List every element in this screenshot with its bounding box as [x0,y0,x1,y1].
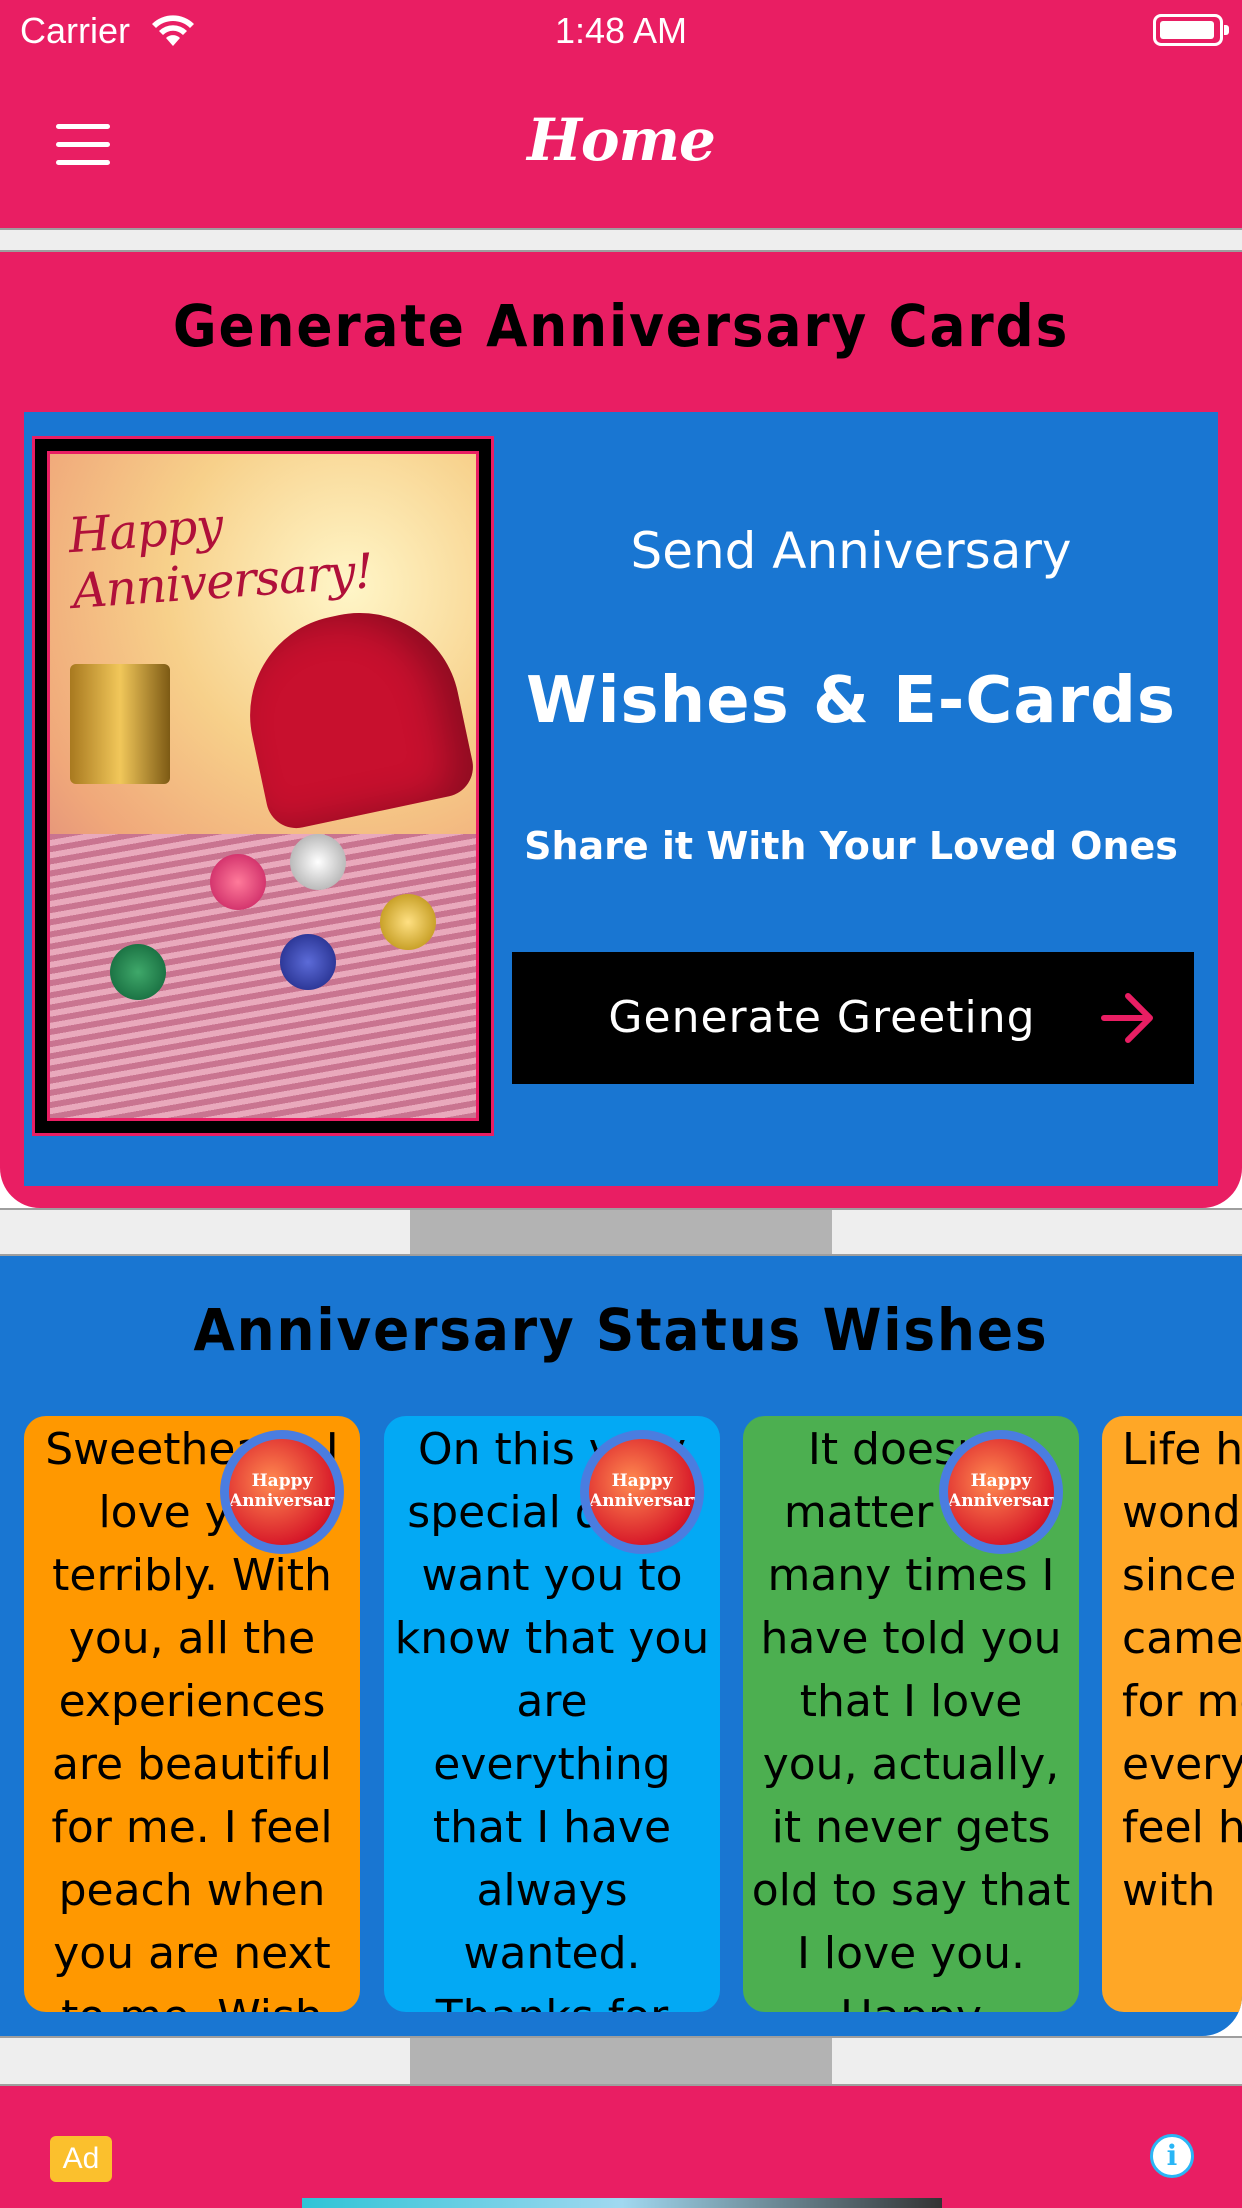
wish-card[interactable]: Sweetheart, I love you terribly. With yo… [24,1416,360,2012]
anniversary-avatar-icon: Happy Anniversary [580,1430,704,1554]
ad-image[interactable] [302,2198,942,2208]
wish-card[interactable]: On this very special day, I want you to … [384,1416,720,2012]
navigation-bar: Carrier 1:48 AM Home [0,0,1242,228]
info-icon[interactable]: i [1150,2134,1194,2178]
avatar-text: Happy Anniversary [948,1471,1054,1511]
avatar-text: Happy Anniversary [589,1471,695,1511]
arrow-right-icon [1101,993,1153,1043]
ad-banner[interactable]: Ad i [0,2086,1242,2208]
send-line-2: Wishes & E-Cards [526,664,1176,738]
ad-badge: Ad [50,2136,112,2182]
status-wishes-section: Anniversary Status Wishes Sweetheart, I … [0,1256,1242,2036]
wish-text: Life has been wonderful since you came t… [1122,1424,1242,1916]
wish-card[interactable]: It doesn't matter how many times I have … [743,1416,1079,2012]
send-line-1: Send Anniversary [630,522,1072,580]
divider [0,228,1242,252]
anniversary-card-image[interactable]: Happy Anniversary! [32,436,494,1136]
send-line-3: Share it With Your Loved Ones [524,824,1178,868]
generate-cards-section: Generate Anniversary Cards Happy Anniver… [0,252,1242,1208]
generate-greeting-label: Generate Greeting [608,992,1036,1043]
battery-icon [1153,14,1229,46]
generate-greeting-button[interactable]: Generate Greeting [512,952,1194,1084]
divider-handle [410,2038,832,2084]
promo-panel: Happy Anniversary! Send Anniversary Wish… [24,412,1218,1186]
wish-card[interactable]: Life has been wonderful since you came t… [1102,1416,1242,2012]
section-title: Generate Anniversary Cards [172,292,1070,360]
anniversary-avatar-icon: Happy Anniversary [220,1430,344,1554]
page-title: Home [527,106,716,174]
status-time: 1:48 AM [554,10,688,51]
anniversary-avatar-icon: Happy Anniversary [939,1430,1063,1554]
card-image-caption: Happy Anniversary! [66,497,375,621]
divider-handle [410,1210,832,1254]
avatar-text: Happy Anniversary [229,1471,335,1511]
section-title: Anniversary Status Wishes [193,1296,1049,1364]
